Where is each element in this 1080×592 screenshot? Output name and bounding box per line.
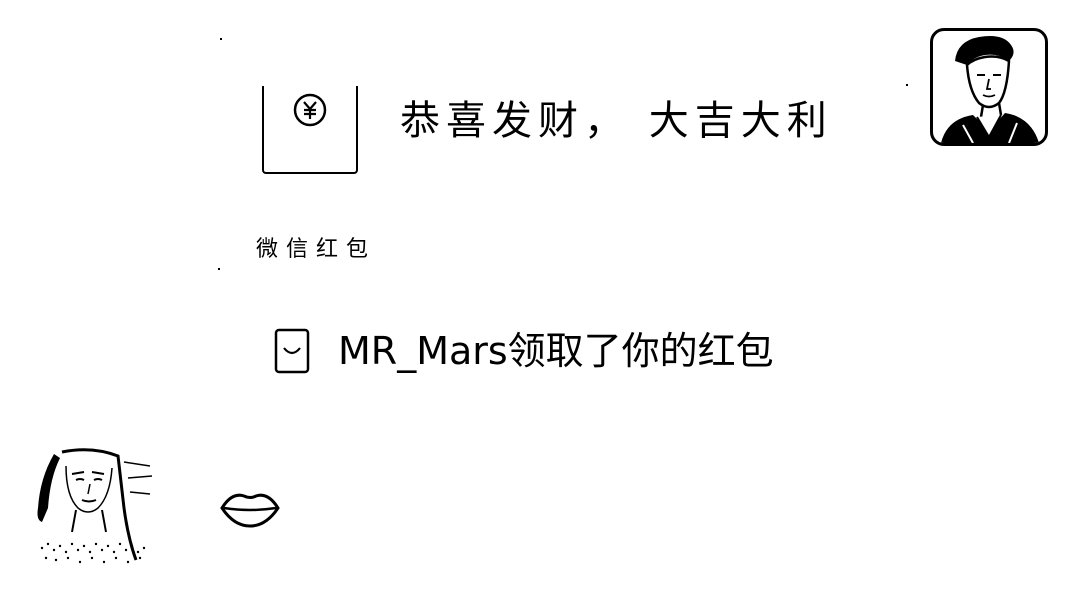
scan-speck xyxy=(220,38,222,40)
red-packet-message[interactable]: 恭喜发财， 大吉大利 xyxy=(258,86,898,186)
red-packet-envelope-icon xyxy=(262,86,358,174)
other-avatar[interactable] xyxy=(32,448,154,568)
scan-speck xyxy=(218,268,220,270)
self-avatar[interactable] xyxy=(930,28,1048,146)
man-portrait-icon xyxy=(941,36,1039,143)
lips-emoji-icon[interactable] xyxy=(218,486,282,530)
woman-portrait-icon xyxy=(37,448,153,564)
red-packet-icon xyxy=(274,328,310,374)
red-packet-greeting: 恭喜发财， 大吉大利 xyxy=(400,98,833,144)
notice-text: MR_Mars领取了你的红包 xyxy=(338,329,774,373)
scan-speck xyxy=(906,84,908,86)
red-packet-label: 微信红包 xyxy=(256,237,377,262)
yuan-coin-icon xyxy=(293,93,327,127)
red-packet-claimed-notice: MR_Mars领取了你的红包 xyxy=(274,326,774,376)
